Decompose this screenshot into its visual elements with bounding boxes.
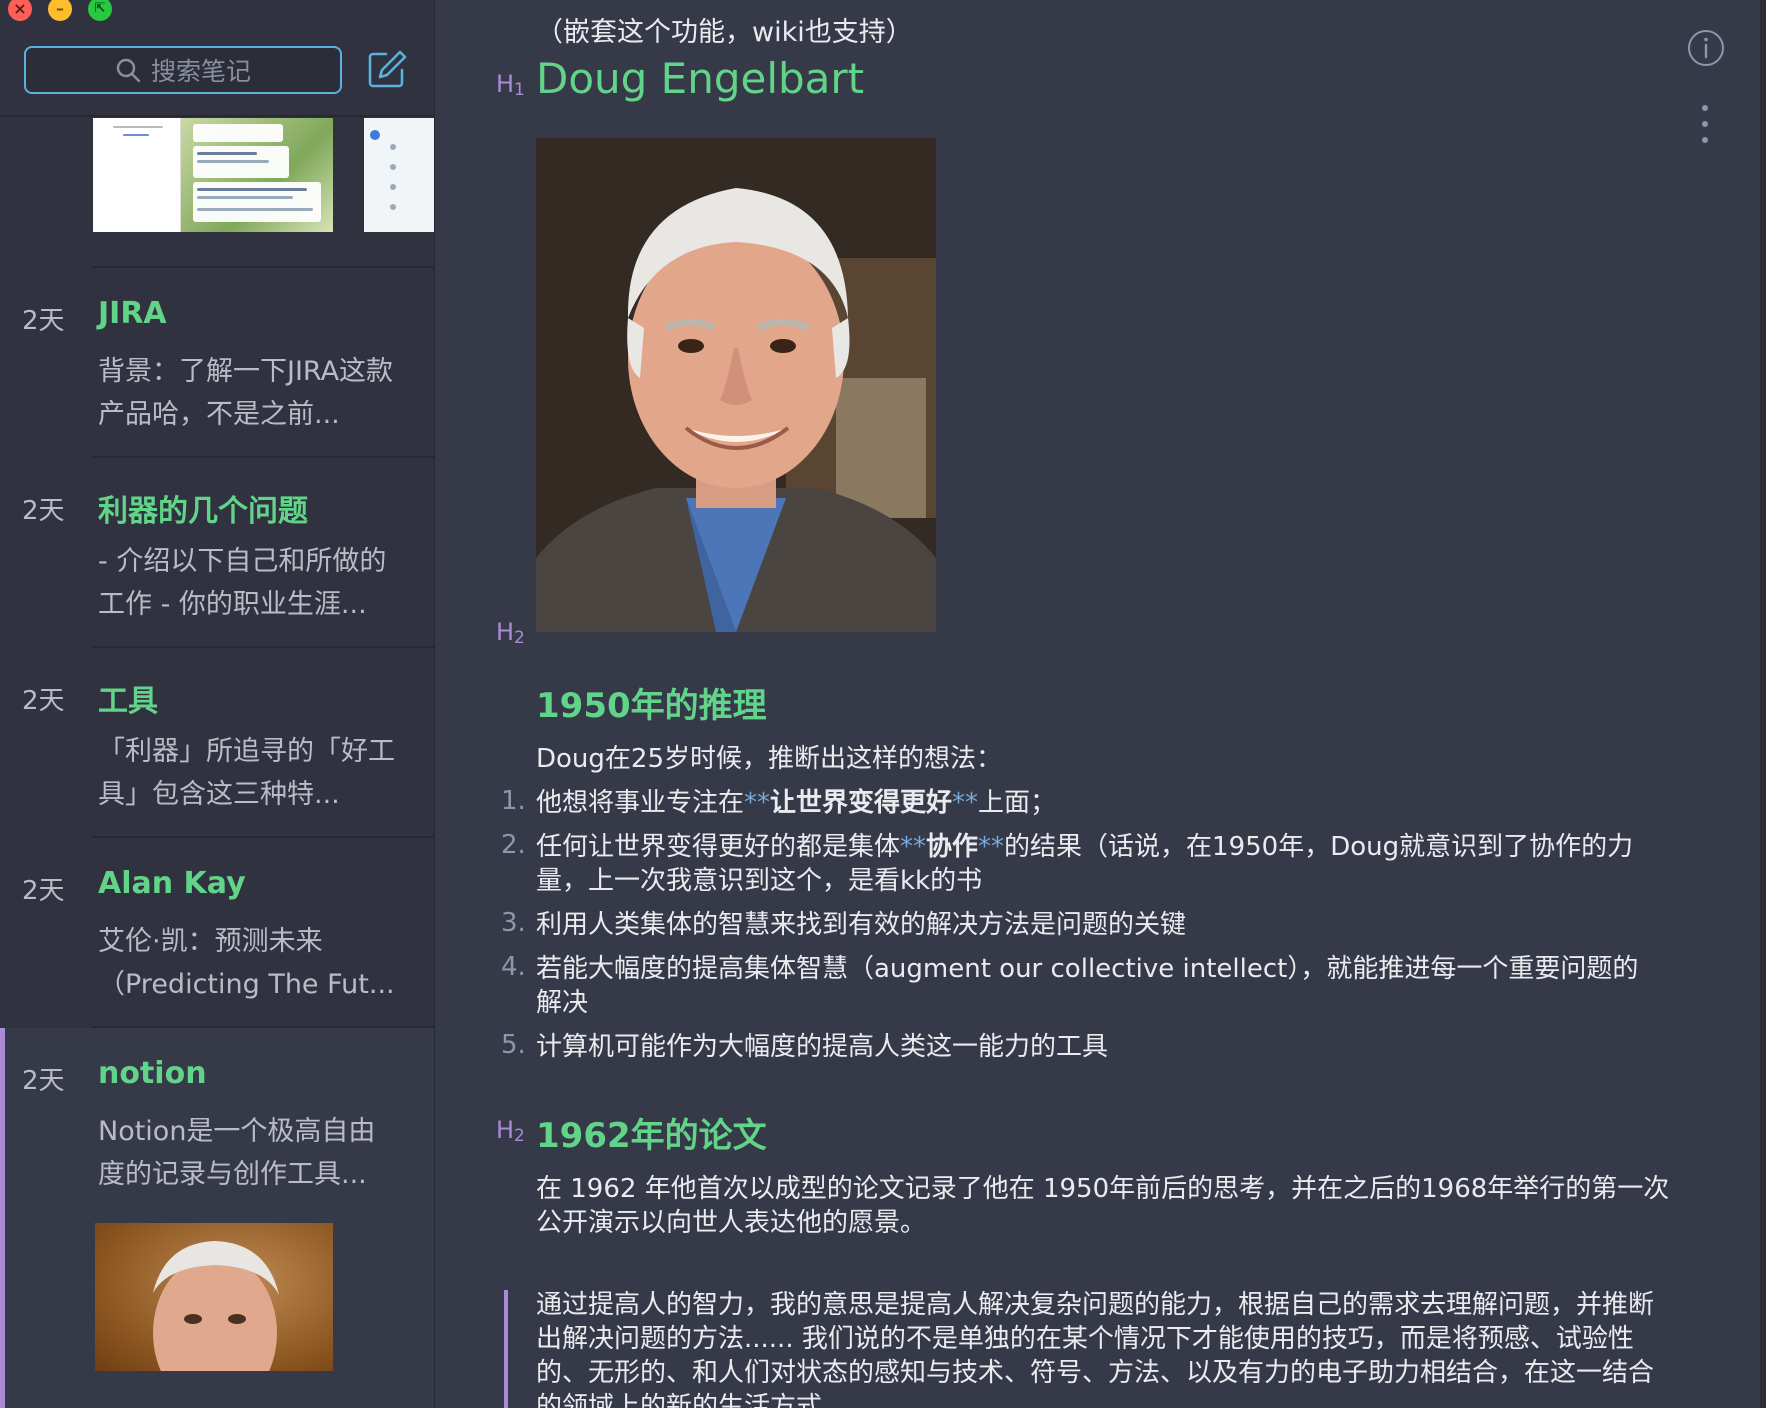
blockquote-bar [504,1290,508,1408]
sidebar-header-divider [0,115,434,117]
note-snippet: 「利器」所追寻的「好工具」包含这三种特... [98,736,395,810]
section-lead: Doug在25岁时候，推断出这样的想法： [536,744,1002,774]
note-photo-thumbnail [95,1223,333,1371]
note-title-heading: Doug Engelbart [536,54,865,103]
note-title: Alan Kay [98,866,246,901]
note-list-sidebar: 搜索笔记 2天 JI [0,0,435,1408]
list-item-text: 他想将事业专注在**让世界变得更好**上面； [536,788,1057,818]
section-heading-1950: 1950年的推理 [536,686,767,726]
note-snippet: Notion是一个极高自由度的记录与创作工具... [98,1116,376,1190]
note-snippet: 艾伦·凯：预测未来（Predicting The Fut... [98,926,395,1000]
section-heading-1962: 1962年的论文 [536,1116,767,1156]
list-item-text: 计算机可能作为大幅度的提高人类这一能力的工具 [536,1032,1109,1062]
list-divider [93,456,434,458]
window-edge [1760,0,1766,1408]
list-divider [93,1026,434,1028]
note-date: 2天 [22,496,65,526]
heading-level-marker: H1 [496,70,525,100]
note-title: JIRA [98,296,167,331]
search-icon [116,58,141,83]
more-options-icon[interactable] [1701,104,1709,144]
info-icon[interactable] [1686,28,1726,68]
list-item-text: 若能大幅度的提高集体智慧（augment our collective inte… [536,954,1639,1018]
doug-engelbart-photo [536,138,936,632]
blockquote-text: 通过提高人的智力，我的意思是提高人解决复杂问题的能力，根据自己的需求去理解问题，… [536,1290,1655,1408]
list-divider [93,266,434,268]
minimize-window-button[interactable] [48,0,72,21]
section-paragraph: 在 1962 年他首次以成型的论文记录了他在 1950年前后的思考，并在之后的1… [536,1174,1670,1238]
list-number: 3. [501,908,526,938]
note-list-item[interactable]: 2天 JIRA 背景：了解一下JIRA这款产品哈，不是之前... [0,266,434,456]
note-title: notion [98,1056,207,1091]
intro-line: （嵌套这个功能，wiki也支持） [536,17,913,48]
note-snippet: 背景：了解一下JIRA这款产品哈，不是之前... [98,356,394,430]
note-list-item-selected[interactable]: 2天 notion Notion是一个极高自由度的记录与创作工具... [0,1026,434,1216]
screenshot-thumbnail [93,118,333,232]
screenshot-thumbnail-2 [364,118,434,232]
search-placeholder: 搜索笔记 [150,57,251,86]
window-controls [8,0,112,24]
note-list-item[interactable]: 2天 Alan Kay 艾伦·凯：预测未来（Predicting The Fut… [0,836,434,1026]
note-list-item[interactable]: 2天 工具 「利器」所追寻的「好工具」包含这三种特... [0,646,434,836]
note-editor[interactable]: （嵌套这个功能，wiki也支持） H1 Doug Engelbart H2 19… [436,0,1766,1408]
heading-level-marker: H2 [496,618,525,648]
list-number: 5. [501,1030,526,1060]
note-snippet: - 介绍以下自己和所做的工作 - 你的职业生涯... [98,546,387,620]
list-divider [93,646,434,648]
note-date: 2天 [22,306,65,336]
note-date: 2天 [22,1066,65,1096]
note-list-item[interactable]: 2天 利器的几个问题 - 介绍以下自己和所做的工作 - 你的职业生涯... [0,456,434,646]
list-number: 4. [501,952,526,982]
compose-note-icon[interactable] [366,48,408,90]
list-number: 2. [501,830,526,860]
close-window-button[interactable] [8,0,32,21]
list-divider [93,836,434,838]
note-attachment-thumbnails [93,118,434,232]
note-date: 2天 [22,876,65,906]
note-title: 利器的几个问题 [98,494,308,529]
list-item-text: 利用人类集体的智慧来找到有效的解决方法是问题的关键 [536,910,1187,940]
heading-level-marker: H2 [496,1116,525,1146]
list-number: 1. [501,786,526,816]
note-date: 2天 [22,686,65,716]
search-notes-field[interactable]: 搜索笔记 [24,46,342,94]
list-item-text: 任何让世界变得更好的都是集体**协作**的结果（话说，在1950年，Doug就意… [536,832,1634,896]
fullscreen-window-button[interactable] [88,0,112,21]
note-title: 工具 [98,684,158,719]
